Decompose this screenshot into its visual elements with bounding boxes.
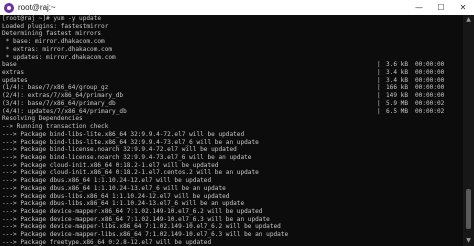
terminal-line: ---> Package device-mapper.x86_64 7:1.02… xyxy=(2,215,270,223)
vertical-scrollbar[interactable]: ▲ ▼ xyxy=(463,15,474,246)
title-bar[interactable]: root@raj:~ — ☐ ✕ xyxy=(0,0,474,15)
terminal-window: root@raj:~ — ☐ ✕ [root@raj ~]# yum -y up… xyxy=(0,0,474,246)
download-time: 00:00:00 xyxy=(415,61,445,69)
repo-name: (1/4): base/7/x86_64/group_gz xyxy=(2,84,109,92)
terminal-line: ---> Package dbus.x86_64 1:1.10.24-13.el… xyxy=(2,184,226,192)
download-time: 00:00:00 xyxy=(415,69,445,77)
terminal-line: ---> Package freetype.x86_64 0:2.8-12.el… xyxy=(2,238,212,246)
terminal-line: ---> Package bind-license.noarch 32:9.9.… xyxy=(2,146,237,154)
column-separator: | xyxy=(377,99,381,107)
terminal-line: ---> Package dbus-libs.x86_64 1:1.10.24-… xyxy=(2,192,230,200)
terminal-line: ---> Package device-mapper-libs.x86_64 7… xyxy=(2,231,289,239)
close-icon[interactable]: ✕ xyxy=(452,0,474,15)
download-size: 3.4 kB xyxy=(385,76,408,84)
terminal-line: [root@raj ~]# yum -y update xyxy=(2,15,102,22)
terminal-output[interactable]: [root@raj ~]# yum -y update Loaded plugin… xyxy=(0,15,463,246)
terminal-line: * base: mirror.dhakacom.com xyxy=(2,38,105,46)
maximize-icon[interactable]: ☐ xyxy=(430,0,452,15)
terminal-app-icon xyxy=(4,2,14,13)
repo-name: (2/4): extras/7/x86_64/primary_db xyxy=(2,92,124,100)
window-title: root@raj:~ xyxy=(18,3,56,12)
column-separator: | xyxy=(377,84,381,92)
column-separator: | xyxy=(377,92,381,100)
download-size: 3.4 kB xyxy=(385,69,408,77)
minimize-icon[interactable]: — xyxy=(408,0,430,15)
terminal-line: ---> Package dbus.x86_64 1:1.10.24-12.el… xyxy=(2,177,212,185)
terminal-line: ---> Package cloud-init.x86_64 0:18.2-1.… xyxy=(2,161,219,169)
download-size: 6.5 MB xyxy=(385,107,408,115)
download-progress-line: extras | 3.4 kB 00:00:00 xyxy=(0,69,463,77)
download-size: 3.6 kB xyxy=(385,61,408,69)
terminal-line: Determining fastest mirrors xyxy=(2,30,102,38)
download-time: 00:00:00 xyxy=(415,84,445,92)
download-progress-line: base | 3.6 kB 00:00:00 xyxy=(0,61,463,69)
repo-name: extras xyxy=(2,69,25,77)
scroll-down-icon[interactable]: ▼ xyxy=(463,236,474,246)
terminal-line: ---> Package device-mapper-libs.x86_64 7… xyxy=(2,223,281,231)
repo-name: updates xyxy=(2,76,28,84)
terminal-line: ---> Package bind-license.noarch 32:9.9.… xyxy=(2,153,252,161)
download-progress-line: (3/4): base/7/x86_64/primary_db | 5.9 MB 00… xyxy=(0,100,463,108)
download-size: 5.9 MB xyxy=(385,99,408,107)
scrollbar-thumb[interactable] xyxy=(466,189,471,229)
repo-name: (4/4): updates/7/x86_64/primary_db xyxy=(2,107,127,115)
download-time: 00:00:02 xyxy=(415,99,445,107)
download-progress-line: (1/4): base/7/x86_64/group_gz | 166 kB 00:0… xyxy=(0,84,463,92)
scroll-up-icon[interactable]: ▲ xyxy=(463,15,474,25)
terminal-line: * extras: mirror.dhakacom.com xyxy=(2,45,113,53)
terminal-line: ---> Package bind-libs-lite.x86_64 32:9.… xyxy=(2,138,259,146)
terminal-line: * updates: mirror.dhakacom.com xyxy=(2,53,116,61)
terminal-line: ---> Package dbus-libs.x86_64 1:1.10.24-… xyxy=(2,200,245,208)
column-separator: | xyxy=(377,69,381,77)
terminal-line: Loaded plugins: fastestmirror xyxy=(2,22,109,30)
download-progress-line: updates | 3.4 kB 00:00:00 xyxy=(0,77,463,85)
download-size: 166 kB xyxy=(385,84,408,92)
download-size: 149 kB xyxy=(385,92,408,100)
terminal-line: ---> Package bind-libs-lite.x86_64 32:9.… xyxy=(2,130,245,138)
download-time: 00:00:02 xyxy=(415,107,445,115)
window-controls: — ☐ ✕ xyxy=(408,0,474,15)
download-progress-line: (4/4): updates/7/x86_64/primary_db | 6.5 M… xyxy=(0,108,463,116)
column-separator: | xyxy=(377,107,381,115)
terminal-line: ---> Package device-mapper.x86_64 7:1.02… xyxy=(2,207,263,215)
repo-name: base xyxy=(2,61,17,69)
column-separator: | xyxy=(377,76,381,84)
terminal-line: --> Running transaction check xyxy=(2,123,109,131)
terminal-line: ---> Package cloud-init.x86_64 0:18.2-1.… xyxy=(2,169,259,177)
download-time: 00:00:00 xyxy=(415,76,445,84)
download-progress-line: (2/4): extras/7/x86_64/primary_db | 149 kB… xyxy=(0,92,463,100)
terminal-line: Resolving Dependencies xyxy=(2,115,83,123)
download-time: 00:00:00 xyxy=(415,92,445,100)
column-separator: | xyxy=(377,61,381,69)
repo-name: (3/4): base/7/x86_64/primary_db xyxy=(2,99,116,107)
